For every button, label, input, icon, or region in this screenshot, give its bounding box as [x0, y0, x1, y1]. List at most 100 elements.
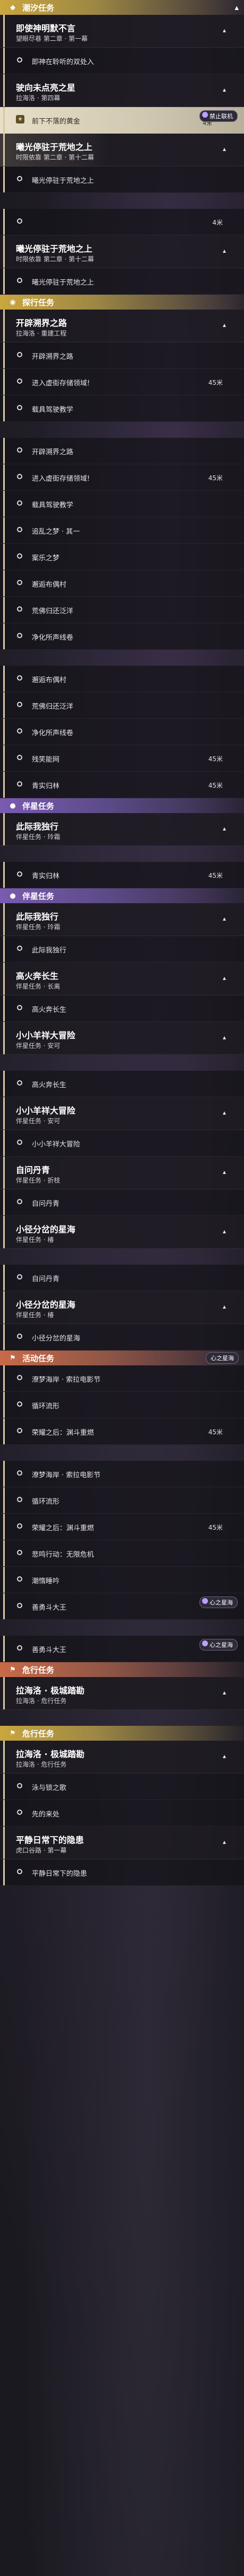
objective-row[interactable]: 荣耀之后：渊斗重燃 45米	[0, 1514, 244, 1540]
chevron-up-icon[interactable]: ▴	[221, 247, 228, 254]
chevron-up-icon[interactable]: ▴	[221, 915, 228, 922]
mission-header[interactable]: 曦光停驻于荒地之上 时限依靠 第二章 · 第十二幕 ▴	[0, 235, 244, 268]
chevron-up-icon[interactable]: ▴	[221, 1109, 228, 1116]
chevron-up-icon[interactable]: ▴	[221, 1689, 228, 1696]
objective-row[interactable]: 先的来处	[0, 1800, 244, 1827]
objective-row[interactable]: 案乐之梦	[0, 544, 244, 570]
mission-header[interactable]: 小小羊祥大冒险 伴星任务 · 安可 ▴	[0, 1097, 244, 1130]
scroll-gap	[0, 1445, 244, 1461]
objective-row[interactable]: 潦梦海岸 · 索拉电影节	[0, 1461, 244, 1487]
chevron-up-icon[interactable]: ▴	[221, 1752, 228, 1760]
chevron-up-icon[interactable]: ▴	[221, 1303, 228, 1310]
objective-row[interactable]: 高火奔长生	[0, 1071, 244, 1097]
status-tag[interactable]: 心之星海	[199, 1639, 238, 1651]
objective-text: 残笑能网	[32, 756, 60, 764]
objective-row[interactable]: 荒佛归还泛洋	[0, 597, 244, 623]
mission-title: 高火奔长生	[16, 971, 59, 981]
objective-row[interactable]: 开辟溯界之路	[0, 342, 244, 369]
objective-row[interactable]: 泳与锁之歌	[0, 1774, 244, 1800]
objective-row[interactable]: 净化所声线卷	[0, 623, 244, 650]
track-bar	[3, 1677, 5, 1709]
bookmark-icon: ◆	[10, 3, 15, 12]
mission-header[interactable]: 高火奔长生 伴星任务 · 长离 ▴	[0, 963, 244, 995]
chevron-up-icon[interactable]: ▴	[221, 1168, 228, 1176]
chevron-up-icon[interactable]: ▴	[221, 1228, 228, 1235]
event-tag[interactable]: 心之星海	[206, 1352, 239, 1364]
distance-label: 45米	[208, 755, 223, 763]
objective-row[interactable]: 小径分岔的星海	[0, 1324, 244, 1351]
objective-row[interactable]: 荣耀之后：渊斗重燃 45米	[0, 1418, 244, 1445]
mission-header[interactable]: 开辟溯界之路 拉海洛 · 重建工程 ▴	[0, 310, 244, 342]
track-bar	[3, 1265, 5, 1291]
status-tag[interactable]: 心之星海	[199, 1596, 238, 1608]
objective-row[interactable]: 曦光停驻于荒地之上	[0, 166, 244, 193]
objective-row[interactable]: 即神在聆听的双处入	[0, 48, 244, 74]
objective-row[interactable]: 循环流形	[0, 1487, 244, 1514]
mission-header[interactable]: 曦光停驻于荒地之上 时限依靠 第二章 · 第十二幕 ▴	[0, 134, 244, 166]
objective-row[interactable]: 潮惰睡吟	[0, 1567, 244, 1593]
objective-row[interactable]: 善勇斗大王 心之星海	[0, 1636, 244, 1662]
objective-row[interactable]: 进入虚街存储领域! 45米	[0, 369, 244, 395]
objective-row[interactable]: 善勇斗大王 心之星海	[0, 1593, 244, 1620]
mission-header[interactable]: 此际我独行 伴星任务 · 玲霜 ▴	[0, 813, 244, 846]
objective-row[interactable]: 载具驾驶教学	[0, 491, 244, 517]
objective-row[interactable]: 4米	[0, 209, 244, 235]
objective-circle-icon	[17, 1550, 22, 1555]
objective-row[interactable]: ★ 前下不落的黄金 4米 禁止联机	[0, 107, 244, 134]
objective-row[interactable]: 荒佛归还泛洋	[0, 692, 244, 719]
chevron-up-icon[interactable]: ▴	[221, 27, 228, 34]
objective-row[interactable]: 青实归林 45米	[0, 772, 244, 798]
tag-label: 心之星海	[210, 1642, 233, 1648]
mission-header[interactable]: 即使神明默不言 望眼尽巷 第二章 · 第一幕 ▴	[0, 15, 244, 48]
objective-row[interactable]: 邂逅布偶村	[0, 570, 244, 597]
status-tag[interactable]: 禁止联机	[199, 110, 238, 122]
objective-row[interactable]: 高火奔长生	[0, 995, 244, 1022]
objective-row[interactable]: 循环流形	[0, 1392, 244, 1418]
objective-row[interactable]: 此际我独行	[0, 936, 244, 963]
mission-header[interactable]: 驶向未点亮之星 拉海洛 · 第四幕 ▴	[0, 74, 244, 107]
chevron-up-icon[interactable]: ▴	[221, 145, 228, 153]
objective-row[interactable]: 小小羊祥大冒险	[0, 1130, 244, 1157]
objective-circle-icon	[17, 871, 22, 877]
objective-circle-icon	[17, 447, 22, 453]
person-icon: ●	[10, 892, 16, 900]
objective-row[interactable]: 平静日常下的隐患	[0, 1859, 244, 1886]
objective-row[interactable]: 自问丹青	[0, 1189, 244, 1216]
objective-text: 潦梦海岸 · 索拉电影节	[32, 1376, 101, 1384]
mission-header[interactable]: 此际我独行 伴星任务 · 玲霜 ▴	[0, 903, 244, 936]
mission-header[interactable]: 平静日常下的隐患 虎口谷路 · 第一幕 ▴	[0, 1827, 244, 1859]
mission-header[interactable]: 小径分岔的星海 伴星任务 · 椿 ▴	[0, 1291, 244, 1324]
chevron-up-icon[interactable]: ▴	[221, 1838, 228, 1846]
chevron-up-icon[interactable]: ▴	[221, 321, 228, 329]
mission-header[interactable]: 自问丹青 伴星任务 · 折枝 ▴	[0, 1157, 244, 1189]
section-label: 活动任务	[22, 1353, 55, 1363]
objective-row[interactable]: 净化所声线卷	[0, 719, 244, 745]
mission-header[interactable]: 小径分岔的星海 伴星任务 · 椿 ▴	[0, 1216, 244, 1249]
distance-label: 4米	[212, 219, 223, 226]
track-bar	[3, 15, 5, 47]
objective-row[interactable]: 进入虚街存储领域! 45米	[0, 464, 244, 491]
chevron-up-icon[interactable]: ▴	[234, 3, 239, 12]
chevron-up-icon[interactable]: ▴	[221, 1034, 228, 1041]
objective-circle-icon	[17, 606, 22, 612]
mission-header[interactable]: 小小羊祥大冒险 伴星任务 · 安可 ▴	[0, 1022, 244, 1055]
objective-row[interactable]: 载具驾驶教学	[0, 395, 244, 422]
objective-row[interactable]: 悲鸣行动：无限危机	[0, 1540, 244, 1567]
objective-row[interactable]: 残笑能网 45米	[0, 745, 244, 772]
objective-row[interactable]: 开辟溯界之路	[0, 438, 244, 464]
objective-row[interactable]: 曦光停驻于荒地之上	[0, 268, 244, 295]
section-header: ● 伴星任务	[0, 888, 244, 903]
objective-text: 开辟溯界之路	[32, 448, 74, 456]
mission-header[interactable]: 拉海洛 · 极城踏勘 拉海洛 · 危行任务 ▴	[0, 1741, 244, 1774]
mission-header[interactable]: 拉海洛 · 极城踏勘 拉海洛 · 危行任务 ▴	[0, 1677, 244, 1710]
objective-row[interactable]: 潦梦海岸 · 索拉电影节	[0, 1365, 244, 1392]
chevron-up-icon[interactable]: ▴	[221, 974, 228, 982]
objective-text: 曦光停驻于荒地之上	[32, 177, 94, 185]
objective-row[interactable]: 自问丹青	[0, 1265, 244, 1291]
objective-row[interactable]: 邂逅布偶村	[0, 666, 244, 692]
chevron-up-icon[interactable]: ▴	[221, 86, 228, 93]
track-bar	[3, 438, 5, 464]
chevron-up-icon[interactable]: ▴	[221, 825, 228, 832]
objective-row[interactable]: 追乱之梦 · 其一	[0, 517, 244, 544]
objective-row[interactable]: 青实归林 45米	[0, 862, 244, 888]
